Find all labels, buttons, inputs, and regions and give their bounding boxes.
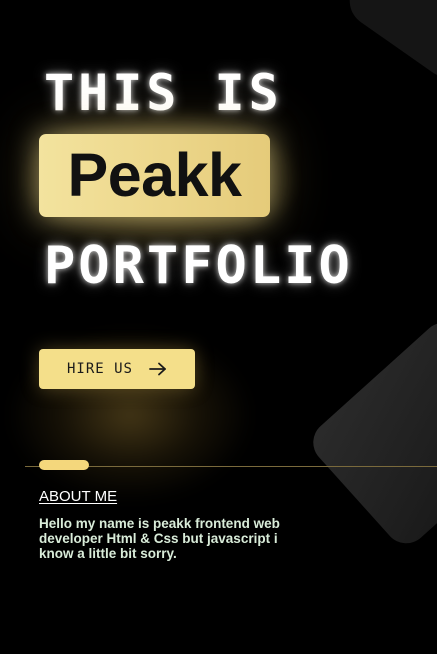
hero-name-badge: Peakk [39, 134, 270, 217]
portfolio-page: THIS IS Peakk PORTFOLIO HIRE US ABOUT ME… [0, 0, 437, 654]
about-heading: ABOUT ME [39, 488, 118, 505]
decorative-corner-shape [339, 0, 437, 88]
arrow-right-icon [149, 362, 166, 376]
hire-us-button[interactable]: HIRE US [39, 349, 195, 389]
about-text: Hello my name is peakk frontend web deve… [39, 516, 280, 561]
hero-line-1: THIS IS [44, 64, 283, 122]
hire-us-label: HIRE US [66, 361, 133, 377]
hero-name: Peakk [67, 141, 242, 209]
hero-line-3: PORTFOLIO [44, 236, 353, 296]
divider-accent-pill [39, 460, 89, 470]
decorative-card-shape [304, 313, 437, 553]
